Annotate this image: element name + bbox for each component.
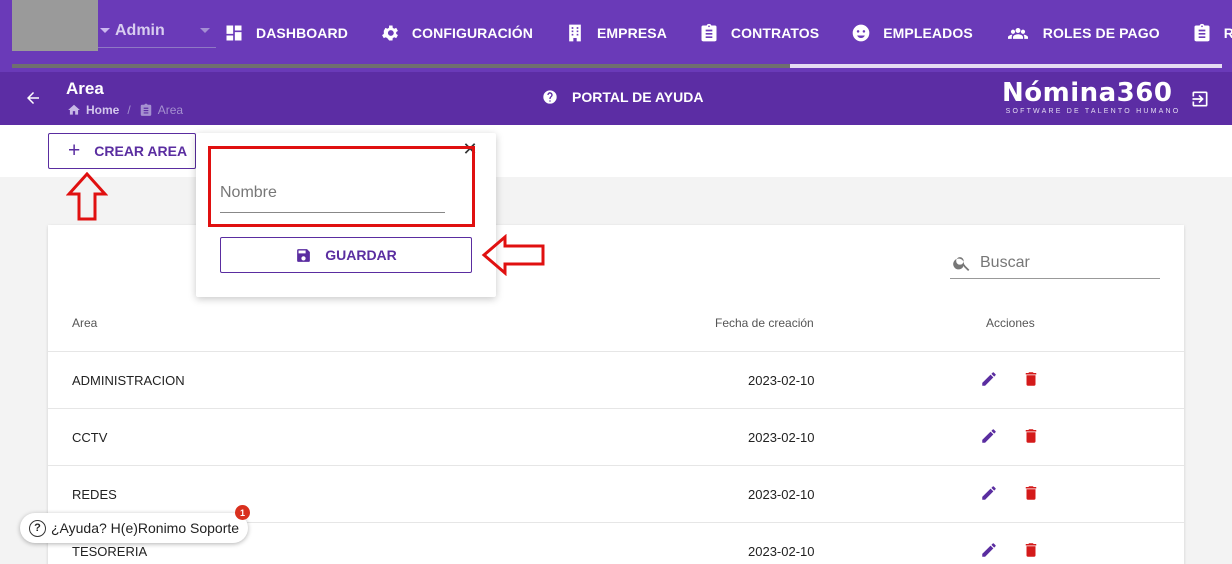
help-portal-link[interactable]: PORTAL DE AYUDA bbox=[542, 89, 703, 105]
pencil-icon bbox=[982, 429, 996, 443]
save-button[interactable]: GUARDAR bbox=[220, 237, 472, 273]
table-row: CCTV 2023-02-10 bbox=[48, 408, 1184, 465]
edit-button[interactable] bbox=[980, 370, 1000, 390]
gear-icon bbox=[381, 25, 398, 41]
page-header: Area Home / Area PORTAL DE AYUDA Nómina3… bbox=[0, 72, 1232, 125]
face-icon bbox=[852, 24, 870, 42]
pencil-icon bbox=[982, 543, 996, 557]
breadcrumb-current: Area bbox=[157, 103, 184, 117]
search-field[interactable] bbox=[950, 247, 1160, 279]
nav-item-label: CONFIGURACIÓN bbox=[411, 25, 533, 41]
edit-button[interactable] bbox=[980, 427, 1000, 447]
trash-icon bbox=[1025, 429, 1037, 443]
nav-item-configuracion[interactable]: CONFIGURACIÓN bbox=[380, 0, 549, 66]
nav-menu: DASHBOARD CONFIGURACIÓN EMPRESA CONTRATO… bbox=[224, 0, 1232, 66]
trash-icon bbox=[1025, 372, 1037, 386]
clipboard-icon bbox=[140, 103, 151, 116]
cell-fecha: 2023-02-10 bbox=[748, 373, 815, 388]
trash-icon bbox=[1025, 543, 1037, 557]
nav-item-contratos[interactable]: CONTRATOS bbox=[699, 0, 835, 66]
nav-item-label: REPORTES bbox=[1223, 25, 1232, 41]
breadcrumb: Home / Area bbox=[67, 103, 183, 117]
search-input[interactable] bbox=[980, 253, 1150, 272]
logout-button[interactable] bbox=[1190, 89, 1210, 109]
nav-scroll-track bbox=[12, 64, 790, 68]
brand-tagline: SOFTWARE DE TALENTO HUMANO bbox=[1005, 108, 1181, 115]
brand-name: Nómina360 bbox=[1002, 78, 1173, 108]
delete-button[interactable] bbox=[1022, 427, 1042, 447]
user-avatar-placeholder bbox=[12, 0, 98, 51]
cell-area: ADMINISTRACION bbox=[72, 373, 185, 388]
pencil-icon bbox=[982, 486, 996, 500]
breadcrumb-home[interactable]: Home bbox=[86, 103, 119, 117]
table-row: ADMINISTRACION 2023-02-10 bbox=[48, 351, 1184, 408]
edit-button[interactable] bbox=[980, 484, 1000, 504]
chevron-down-icon bbox=[100, 28, 110, 33]
cell-area: CCTV bbox=[72, 430, 108, 445]
delete-button[interactable] bbox=[1022, 484, 1042, 504]
cell-area: TESORERIA bbox=[72, 544, 148, 559]
cell-fecha: 2023-02-10 bbox=[748, 544, 815, 559]
help-circle-icon bbox=[543, 90, 557, 104]
column-header-fecha[interactable]: Fecha de creación bbox=[715, 316, 814, 330]
notification-badge: 1 bbox=[235, 505, 250, 520]
annotation-highlight-box bbox=[208, 146, 475, 227]
chevron-down-icon bbox=[200, 28, 210, 33]
edit-button[interactable] bbox=[980, 541, 1000, 561]
cell-fecha: 2023-02-10 bbox=[748, 430, 815, 445]
question-icon: ? bbox=[29, 519, 46, 537]
delete-button[interactable] bbox=[1022, 370, 1042, 390]
column-header-acciones: Acciones bbox=[986, 316, 1035, 330]
nav-item-label: DASHBOARD bbox=[256, 25, 348, 41]
nav-item-empleados[interactable]: EMPLEADOS bbox=[851, 0, 989, 66]
create-area-label: CREAR AREA bbox=[94, 143, 188, 159]
nav-item-label: EMPRESA bbox=[596, 25, 667, 41]
clipboard-icon bbox=[1194, 23, 1210, 42]
nav-item-empresa[interactable]: EMPRESA bbox=[565, 0, 683, 66]
save-label: GUARDAR bbox=[325, 247, 397, 263]
column-header-area[interactable]: Area bbox=[72, 316, 97, 330]
nav-item-reportes[interactable]: REPORTES bbox=[1192, 0, 1232, 66]
cell-fecha: 2023-02-10 bbox=[748, 487, 815, 502]
logout-icon bbox=[1192, 91, 1208, 107]
group-icon bbox=[1007, 28, 1028, 39]
help-support-chip[interactable]: ? ¿Ayuda? H(e)Ronimo Soporte bbox=[20, 513, 248, 543]
annotation-arrow-left-icon bbox=[481, 234, 545, 276]
delete-button[interactable] bbox=[1022, 541, 1042, 561]
nav-item-label: EMPLEADOS bbox=[883, 25, 973, 41]
search-icon bbox=[953, 256, 970, 271]
nav-item-roles-de-pago[interactable]: ROLES DE PAGO bbox=[1005, 0, 1176, 66]
building-icon bbox=[569, 24, 581, 42]
top-navigation: Admin DASHBOARD CONFIGURACIÓN EMPRESA CO… bbox=[0, 0, 1232, 72]
nav-scroll-thumb[interactable] bbox=[790, 64, 1222, 68]
help-portal-label: PORTAL DE AYUDA bbox=[572, 89, 704, 105]
nav-item-dashboard[interactable]: DASHBOARD bbox=[224, 0, 364, 66]
clipboard-icon bbox=[701, 23, 717, 42]
back-button[interactable] bbox=[24, 89, 42, 107]
user-role-select[interactable]: Admin bbox=[98, 10, 216, 48]
dashboard-icon bbox=[226, 25, 242, 41]
breadcrumb-separator: / bbox=[127, 103, 131, 117]
brand-logo: Nómina360 SOFTWARE DE TALENTO HUMANO bbox=[1002, 78, 1184, 115]
help-chip-label: ¿Ayuda? H(e)Ronimo Soporte bbox=[51, 520, 240, 536]
arrow-left-icon bbox=[27, 92, 39, 104]
page-title: Area bbox=[66, 79, 104, 98]
pencil-icon bbox=[982, 372, 996, 386]
floppy-disk-icon bbox=[297, 248, 311, 262]
nav-item-label: ROLES DE PAGO bbox=[1042, 25, 1160, 41]
nav-item-label: CONTRATOS bbox=[730, 25, 820, 41]
trash-icon bbox=[1025, 486, 1037, 500]
action-toolbar: + CREAR AREA bbox=[0, 125, 1232, 177]
plus-icon: + bbox=[68, 139, 81, 162]
annotation-arrow-up-icon bbox=[66, 172, 108, 221]
cell-area: REDES bbox=[72, 487, 117, 502]
home-icon bbox=[68, 104, 80, 115]
create-area-button[interactable]: + CREAR AREA bbox=[48, 133, 196, 169]
user-role-label: Admin bbox=[115, 22, 165, 39]
